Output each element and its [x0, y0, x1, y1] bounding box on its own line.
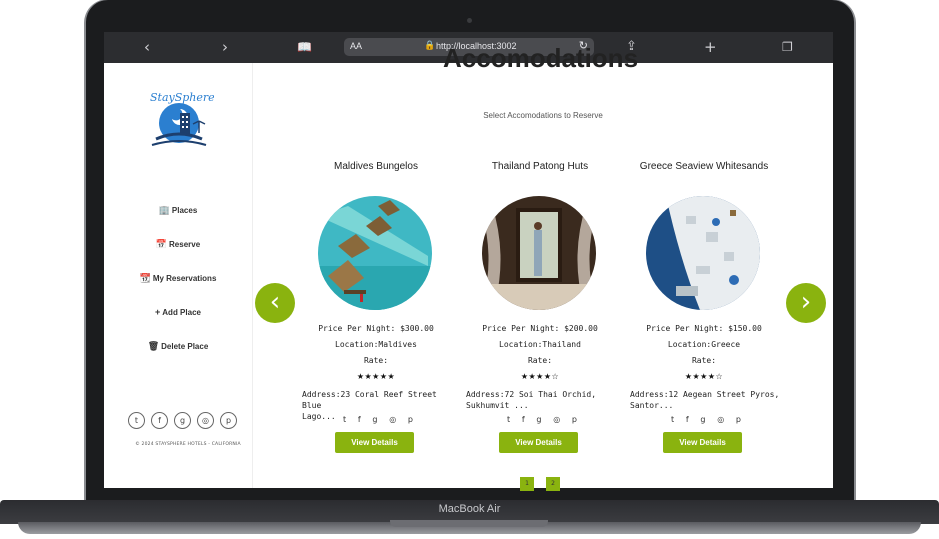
card-location: Location:Thailand: [499, 340, 581, 349]
pinterest-icon[interactable]: p: [220, 412, 237, 429]
twitter-icon[interactable]: t: [671, 415, 674, 424]
instagram-icon[interactable]: ◎: [389, 415, 396, 424]
tabs-icon[interactable]: ❐: [782, 38, 793, 56]
card-image-greece[interactable]: [646, 196, 760, 310]
sidebar-item-label: Places: [171, 206, 198, 215]
facebook-icon[interactable]: f: [522, 415, 525, 424]
sidebar-item-reserve[interactable]: 📅 Reserve: [104, 239, 252, 250]
pinterest-icon[interactable]: p: [572, 415, 577, 424]
plus-icon: +: [155, 307, 161, 317]
sidebar-item-my-reservations[interactable]: 📆 My Reservations: [104, 273, 252, 284]
reader-icon[interactable]: 📖: [297, 38, 312, 56]
card-address: Address:72 Soi Thai Orchid, Sukhumvit ...: [466, 390, 597, 410]
device-brand-label: MacBook Air: [438, 503, 501, 515]
carousel-next-button[interactable]: ›: [786, 283, 826, 323]
view-details-button[interactable]: View Details: [499, 432, 578, 453]
google-icon[interactable]: g: [174, 412, 191, 429]
instagram-icon[interactable]: ◎: [553, 415, 560, 424]
sidebar-item-label: My Reservations: [152, 274, 217, 283]
accommodation-card: Thailand Patong Huts Price Per Night: $2…: [465, 161, 615, 461]
trash-icon: 🗑: [147, 341, 160, 351]
card-address: Address:12 Aegean Street Pyros, Santor...: [630, 390, 780, 410]
chevron-left-icon: ‹: [269, 287, 281, 317]
twitter-icon[interactable]: t: [128, 412, 145, 429]
sidebar-item-places[interactable]: 🏢 Places: [104, 205, 252, 216]
back-icon[interactable]: ‹: [144, 38, 150, 56]
view-details-button[interactable]: View Details: [663, 432, 742, 453]
twitter-icon[interactable]: t: [507, 415, 510, 424]
instagram-icon[interactable]: ◎: [717, 415, 724, 424]
card-price: Price Per Night: $200.00: [482, 324, 598, 333]
card-location: Location:Greece: [667, 340, 741, 349]
card-image-thailand[interactable]: [482, 196, 596, 310]
calendar-icon: 📆: [139, 273, 151, 283]
page-subtitle: Select Accomodations to Reserve: [483, 111, 603, 120]
instagram-icon[interactable]: ◎: [197, 412, 214, 429]
logo-text: StaySphere: [150, 91, 214, 104]
carousel-prev-button[interactable]: ‹: [255, 283, 295, 323]
card-location: Location:Maldives: [335, 340, 417, 349]
sidebar: StaySphere 🏢 Places 📅 Reserve 📆 My Reservat…: [104, 63, 253, 488]
card-image-maldives[interactable]: [318, 196, 432, 310]
google-icon[interactable]: g: [700, 415, 705, 424]
card-rating-stars: ★★★★☆: [684, 372, 724, 381]
card-share-icons: t f g ◎ p: [507, 415, 577, 424]
accommodation-card: Greece Seaview Whitesands Price Per Nigh…: [629, 161, 779, 461]
sidebar-item-delete-place[interactable]: 🗑 Delete Place: [104, 341, 252, 352]
accommodation-card: Maldives Bungelos Price Per Night: $300.…: [301, 161, 451, 461]
calendar-plus-icon: 📅: [155, 239, 168, 249]
sidebar-item-label: Delete Place: [161, 342, 209, 351]
copyright-text: © 2024 STAYSPHERE HOTELS - CALIFORNIA: [135, 442, 241, 447]
google-icon[interactable]: g: [372, 415, 377, 424]
main-content: Accomodations Select Accomodations to Re…: [253, 43, 833, 488]
page-button-1[interactable]: 1: [520, 477, 534, 491]
new-tab-icon[interactable]: +: [704, 38, 717, 56]
card-rate-label: Rate:: [363, 356, 389, 365]
page-button-2[interactable]: 2: [546, 477, 560, 491]
card-price: Price Per Night: $150.00: [646, 324, 762, 333]
sidebar-item-add-place[interactable]: + Add Place: [104, 307, 252, 317]
social-links: t f g ◎ p: [128, 412, 238, 429]
card-rate-label: Rate:: [691, 356, 717, 365]
card-rating-stars: ★★★★★: [356, 372, 396, 381]
camera-dot: [467, 18, 472, 23]
card-rating-stars: ★★★★☆: [520, 372, 560, 381]
lock-icon: 🔒: [424, 40, 436, 50]
card-title: Thailand Patong Huts: [491, 161, 589, 172]
laptop-notch: [390, 520, 548, 527]
text-size-button[interactable]: AA: [350, 41, 362, 51]
facebook-icon[interactable]: f: [358, 415, 361, 424]
sidebar-item-label: Reserve: [169, 240, 201, 249]
chevron-right-icon: ›: [800, 287, 812, 317]
facebook-icon[interactable]: f: [686, 415, 689, 424]
card-share-icons: t f g ◎ p: [671, 415, 741, 424]
view-details-button[interactable]: View Details: [335, 432, 414, 453]
pinterest-icon[interactable]: p: [408, 415, 413, 424]
card-title: Maldives Bungelos: [334, 161, 418, 172]
screen: ‹ › 📖 AA 🔒 http://localhost:3002 ↻ ⇪ + ❐…: [104, 32, 833, 488]
sidebar-item-label: Add Place: [162, 308, 201, 317]
google-icon[interactable]: g: [536, 415, 541, 424]
page-title: Accomodations: [443, 43, 639, 73]
card-price: Price Per Night: $300.00: [318, 324, 434, 333]
forward-icon[interactable]: ›: [222, 38, 228, 56]
card-title: Greece Seaview Whitesands: [639, 161, 769, 172]
facebook-icon[interactable]: f: [151, 412, 168, 429]
card-rate-label: Rate:: [527, 356, 553, 365]
pinterest-icon[interactable]: p: [736, 415, 741, 424]
twitter-icon[interactable]: t: [343, 415, 346, 424]
staysphere-logo[interactable]: StaySphere: [144, 83, 214, 155]
building-icon: 🏢: [158, 205, 170, 215]
card-share-icons: t f g ◎ p: [343, 415, 413, 424]
